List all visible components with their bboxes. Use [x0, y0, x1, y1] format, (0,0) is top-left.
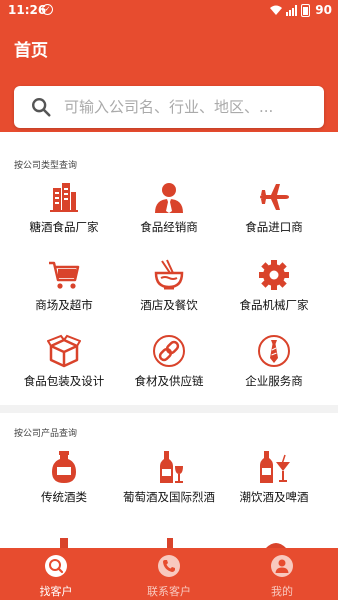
user-icon	[271, 555, 293, 577]
tab-label: 我的	[271, 585, 293, 598]
category-label: 食品进口商	[245, 220, 303, 234]
category-food-importer[interactable]: 食品进口商	[218, 180, 330, 235]
status-time: 11:26	[8, 3, 47, 17]
category-label: 食品经销商	[140, 220, 198, 234]
noodle-bowl-icon	[154, 259, 184, 290]
product-label: 传统酒类	[41, 490, 87, 504]
tab-label: 联系客户	[147, 585, 191, 598]
airplane-icon	[260, 184, 289, 210]
tab-mine[interactable]: 我的	[226, 548, 338, 600]
tab-contact-customers[interactable]: 联系客户	[113, 548, 225, 600]
necktie-icon	[258, 335, 290, 367]
liquor-jar-icon	[52, 451, 76, 483]
category-label: 企业服务商	[245, 374, 303, 388]
page-title: 首页	[14, 41, 48, 61]
category-label: 食材及供应链	[134, 374, 204, 388]
product-wine-international-spirits[interactable]: 葡萄酒及国际烈酒	[113, 450, 225, 505]
chain-link-icon	[153, 335, 185, 367]
bottom-tab-bar: 找客户 联系客户 我的	[0, 548, 338, 600]
product-label: 潮饮酒及啤酒	[239, 490, 309, 504]
businessman-icon	[155, 183, 183, 213]
package-box-icon	[47, 334, 81, 368]
signal-icon	[286, 4, 298, 16]
cocktail-bottle-icon	[260, 451, 290, 483]
product-label: 葡萄酒及国际烈酒	[123, 490, 215, 504]
status-icons: 90	[269, 3, 332, 17]
category-ingredients-supply-chain[interactable]: 食材及供应链	[113, 334, 225, 389]
search-tab-icon	[45, 555, 67, 577]
status-bar: 11:26 ✓ 90	[0, 0, 338, 22]
battery-level: 90	[315, 3, 332, 17]
product-trendy-drinks-beer[interactable]: 潮饮酒及啤酒	[218, 450, 330, 505]
wifi-icon	[270, 5, 283, 15]
category-food-machinery[interactable]: 食品机械厂家	[218, 258, 330, 313]
battery-icon	[301, 3, 311, 17]
wine-bottle-glass-icon	[160, 451, 183, 483]
category-enterprise-services[interactable]: 企业服务商	[218, 334, 330, 389]
category-label: 糖酒食品厂家	[29, 220, 99, 234]
app-header: 首页	[0, 22, 338, 132]
shopping-cart-icon	[49, 261, 80, 289]
search-input[interactable]	[64, 98, 304, 116]
section-title-product: 按公司产品查询	[14, 429, 78, 439]
section-divider	[0, 405, 338, 413]
tab-find-customers[interactable]: 找客户	[0, 548, 112, 600]
search-bar[interactable]	[14, 86, 324, 128]
section-title-company-type: 按公司类型查询	[14, 161, 78, 171]
partial-product-icon	[266, 543, 286, 548]
category-food-distributor[interactable]: 食品经销商	[113, 180, 225, 235]
sync-icon: ✓	[42, 4, 53, 15]
category-hotel-catering[interactable]: 酒店及餐饮	[113, 258, 225, 313]
category-mall-supermarket[interactable]: 商场及超市	[8, 258, 120, 313]
product-traditional-liquor[interactable]: 传统酒类	[8, 450, 120, 505]
search-icon	[32, 98, 51, 117]
phone-icon	[158, 555, 180, 577]
category-food-packaging-design[interactable]: 食品包装及设计	[8, 334, 120, 389]
category-sugar-wine-food-factory[interactable]: 糖酒食品厂家	[8, 180, 120, 235]
category-label: 酒店及餐饮	[140, 298, 198, 312]
building-icon	[50, 183, 78, 212]
partial-product-icon	[60, 538, 68, 548]
category-label: 商场及超市	[35, 298, 93, 312]
gear-icon	[259, 260, 289, 290]
category-label: 食品包装及设计	[23, 374, 105, 388]
tab-label: 找客户	[39, 585, 73, 598]
category-label: 食品机械厂家	[239, 298, 309, 312]
partial-product-icon	[167, 538, 173, 548]
